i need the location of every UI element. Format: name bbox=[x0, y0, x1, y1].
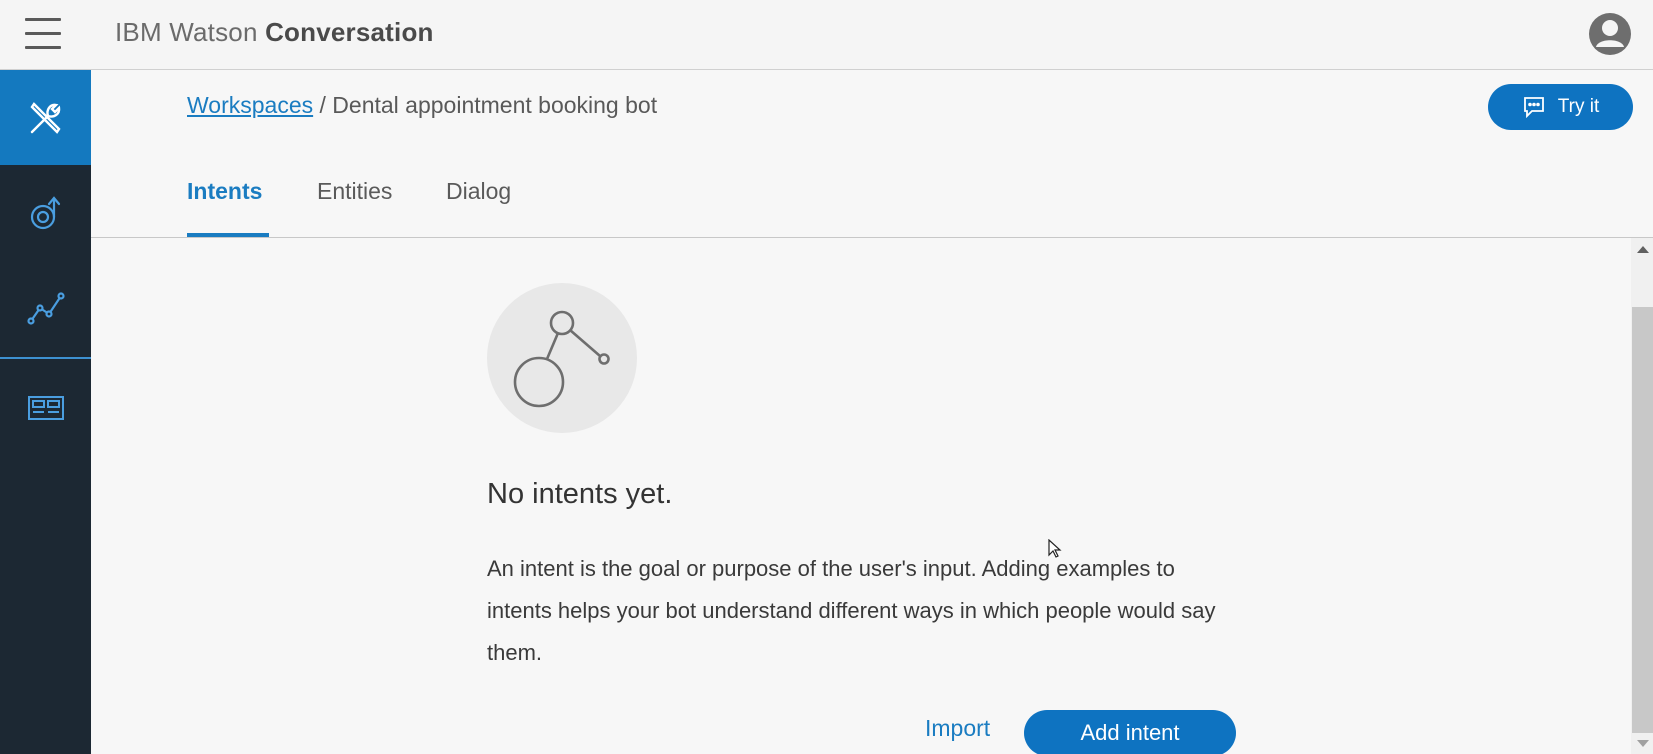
improve-icon bbox=[30, 195, 60, 229]
chat-icon bbox=[1523, 97, 1544, 118]
breadcrumb-separator: / bbox=[319, 92, 326, 118]
breadcrumb-current: Dental appointment booking bot bbox=[332, 92, 658, 118]
rail-item-build[interactable] bbox=[0, 70, 91, 165]
empty-state-title: No intents yet. bbox=[487, 478, 673, 510]
app-title: IBM Watson Conversation bbox=[115, 17, 434, 48]
tab-dialog[interactable]: Dialog bbox=[446, 178, 511, 205]
tab-entities[interactable]: Entities bbox=[317, 178, 392, 205]
rail-item-deploy[interactable] bbox=[0, 360, 91, 455]
top-header: IBM Watson Conversation bbox=[0, 0, 1653, 70]
scroll-down-arrow-icon[interactable] bbox=[1637, 740, 1649, 747]
empty-state-description: An intent is the goal or purpose of the … bbox=[487, 556, 1216, 665]
tools-icon bbox=[29, 101, 61, 134]
app-title-prefix: IBM Watson bbox=[115, 17, 258, 47]
import-link[interactable]: Import bbox=[925, 715, 990, 742]
analytics-icon bbox=[26, 291, 65, 325]
try-it-button[interactable]: Try it bbox=[1488, 84, 1633, 130]
breadcrumb-workspaces-link[interactable]: Workspaces bbox=[187, 92, 313, 118]
tabs-divider bbox=[91, 237, 1653, 238]
breadcrumb: Workspaces / Dental appointment booking … bbox=[187, 92, 657, 119]
mouse-cursor-icon bbox=[1048, 539, 1062, 558]
scroll-up-arrow-icon[interactable] bbox=[1637, 246, 1649, 253]
intent-network-icon bbox=[487, 283, 637, 433]
tab-intents[interactable]: Intents bbox=[187, 178, 262, 205]
try-it-label: Try it bbox=[1557, 96, 1600, 117]
rail-item-analytics[interactable] bbox=[0, 260, 91, 355]
rail-divider bbox=[0, 357, 91, 359]
user-avatar-icon[interactable] bbox=[1588, 12, 1632, 56]
left-nav-rail bbox=[0, 70, 91, 754]
scrollbar-thumb[interactable] bbox=[1632, 307, 1653, 733]
app-window: IBM Watson Conversation Workspaces / Den… bbox=[0, 0, 1653, 754]
app-title-product: Conversation bbox=[265, 17, 434, 47]
deploy-icon bbox=[27, 395, 64, 420]
main-content: Workspaces / Dental appointment booking … bbox=[91, 70, 1653, 754]
rail-item-improve[interactable] bbox=[0, 165, 91, 260]
add-intent-button[interactable]: Add intent bbox=[1024, 710, 1236, 754]
hamburger-menu-icon[interactable] bbox=[25, 18, 61, 52]
